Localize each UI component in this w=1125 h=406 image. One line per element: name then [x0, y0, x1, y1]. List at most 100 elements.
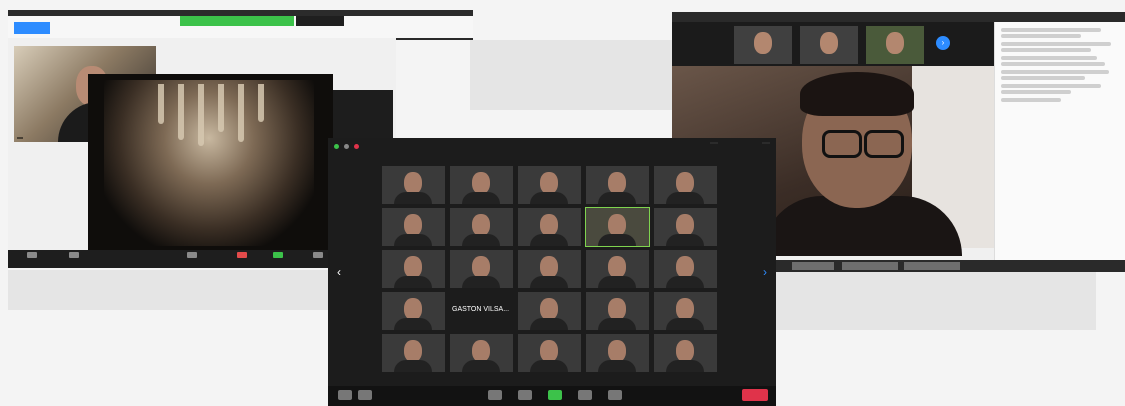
screen-share-banner[interactable]	[180, 16, 294, 26]
participant-body	[462, 276, 500, 288]
participant-body	[598, 192, 636, 204]
participant-tile[interactable]	[654, 292, 717, 330]
participant-face	[540, 172, 558, 194]
participant-tile[interactable]	[518, 292, 581, 330]
participant-body	[530, 276, 568, 288]
participant-name	[17, 137, 23, 139]
meeting-toolbar	[328, 386, 776, 406]
gallery-meeting-window: ‹ › GASTON VILSA...	[328, 138, 776, 406]
participants-button[interactable]	[172, 252, 212, 259]
participant-tile[interactable]	[382, 208, 445, 246]
participant-tile[interactable]	[586, 292, 649, 330]
participant-tile[interactable]	[518, 250, 581, 288]
participant-tile[interactable]	[586, 250, 649, 288]
participant-tile[interactable]	[654, 166, 717, 204]
participant-body	[666, 276, 704, 288]
participant-tile[interactable]	[382, 250, 445, 288]
participant-tile[interactable]	[450, 334, 513, 372]
blurred-text	[1001, 98, 1061, 102]
participant-body	[462, 192, 500, 204]
participant-face	[886, 32, 904, 54]
zoom-logo-icon[interactable]	[14, 22, 50, 34]
participant-tile-no-video[interactable]: GASTON VILSA...	[450, 292, 513, 330]
active-speaker-tile[interactable]	[585, 207, 650, 247]
record-icon	[313, 252, 323, 258]
participant-body	[530, 192, 568, 204]
previous-page-icon[interactable]: ‹	[334, 262, 344, 282]
participant-body	[666, 234, 704, 246]
blurred-text	[1001, 42, 1111, 46]
participant-tile[interactable]	[518, 334, 581, 372]
taskbar-item[interactable]	[904, 262, 960, 270]
info-icon[interactable]	[344, 144, 349, 149]
camera-icon[interactable]	[358, 390, 372, 400]
participant-face	[540, 214, 558, 236]
participant-tile[interactable]	[586, 166, 649, 204]
chat-button[interactable]	[222, 252, 262, 259]
participant-body	[666, 318, 704, 330]
participant-tile[interactable]	[654, 250, 717, 288]
participant-tile[interactable]	[654, 334, 717, 372]
participant-body	[394, 192, 432, 204]
glasses-left	[822, 130, 862, 158]
fullscreen-button[interactable]	[762, 142, 770, 144]
share-screen-button[interactable]	[258, 252, 298, 259]
cave-image	[104, 80, 314, 246]
participant-body	[394, 234, 432, 246]
participant-body	[462, 234, 500, 246]
participant-face	[472, 214, 490, 236]
record-icon[interactable]	[578, 390, 592, 400]
participant-face	[540, 298, 558, 320]
participant-face	[676, 256, 694, 278]
participant-thumbnail[interactable]	[800, 26, 858, 64]
participant-thumbnail[interactable]	[866, 26, 924, 64]
participant-face	[608, 298, 626, 320]
start-video-button[interactable]	[54, 252, 94, 259]
participant-tile[interactable]	[450, 166, 513, 204]
share-screen-icon[interactable]	[548, 390, 562, 400]
participant-body	[394, 318, 432, 330]
mute-button[interactable]	[12, 252, 52, 259]
participant-body	[530, 318, 568, 330]
participant-thumbnail[interactable]	[734, 26, 792, 64]
chat-message	[1001, 98, 1120, 102]
participant-tile[interactable]	[654, 208, 717, 246]
participant-tile[interactable]	[518, 166, 581, 204]
participant-face	[608, 214, 626, 236]
participant-body	[598, 318, 636, 330]
participant-tile[interactable]	[382, 292, 445, 330]
taskbar-item[interactable]	[792, 262, 834, 270]
participant-name: GASTON VILSA...	[452, 306, 510, 313]
reactions-icon[interactable]	[608, 390, 622, 400]
participant-tile[interactable]	[450, 208, 513, 246]
participant-face	[404, 340, 422, 362]
participant-face	[540, 256, 558, 278]
participant-body	[666, 192, 704, 204]
participant-tile[interactable]	[450, 250, 513, 288]
participant-face	[540, 340, 558, 362]
taskbar-item[interactable]	[842, 262, 898, 270]
participant-tile[interactable]	[382, 166, 445, 204]
participant-tile[interactable]	[382, 334, 445, 372]
participant-face	[404, 298, 422, 320]
shared-screen-image	[88, 74, 333, 254]
microphone-icon[interactable]	[338, 390, 352, 400]
stalactite	[238, 84, 244, 142]
participant-face	[608, 340, 626, 362]
chat-title	[995, 22, 1125, 24]
chat-icon	[237, 252, 247, 258]
chat-icon[interactable]	[518, 390, 532, 400]
speaker-view-button[interactable]	[710, 142, 718, 144]
encryption-icon[interactable]	[334, 144, 339, 149]
participant-tile[interactable]	[586, 334, 649, 372]
participants-icon[interactable]	[488, 390, 502, 400]
stalactite	[218, 84, 224, 132]
speaker-hair	[800, 72, 914, 116]
participant-face	[404, 214, 422, 236]
participant-tile[interactable]	[518, 208, 581, 246]
next-page-icon[interactable]: ›	[760, 262, 770, 282]
end-meeting-button[interactable]	[742, 389, 768, 401]
participant-face	[472, 340, 490, 362]
next-page-icon[interactable]: ›	[936, 36, 950, 50]
stop-share-button[interactable]	[296, 16, 344, 26]
